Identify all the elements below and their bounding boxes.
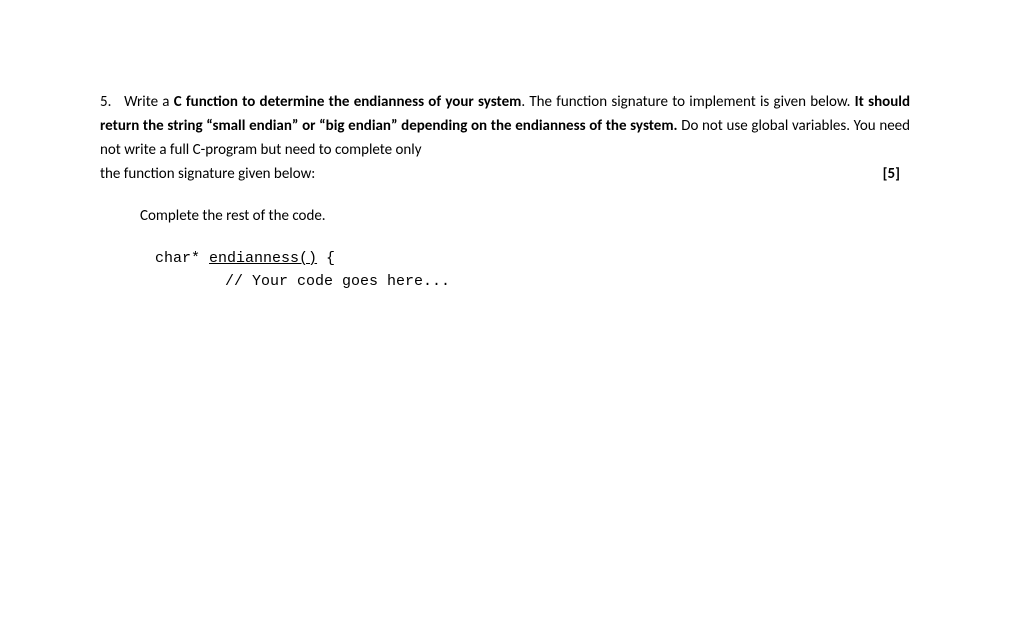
code-line-1: char* endianness() { [155, 248, 910, 271]
code-funcname: endianness() [209, 250, 317, 267]
code-block: char* endianness() { // Your code goes h… [155, 248, 910, 293]
question-text: 5. Write a C function to determine the e… [100, 90, 910, 162]
question-lastline: the function signature given below: [100, 162, 883, 186]
points-line: the function signature given below: [5] [100, 162, 910, 186]
code-line-2: // Your code goes here... [225, 271, 910, 294]
code-prefix: char* [155, 250, 209, 267]
question-block: 5. Write a C function to determine the e… [100, 90, 910, 293]
question-number: 5. [100, 93, 111, 111]
question-points: [5] [883, 162, 910, 186]
question-part2: . The function signature to implement is… [521, 93, 854, 111]
instruction-text: Complete the rest of the code. [140, 204, 910, 228]
question-bold1: C function to determine the endianness o… [174, 93, 522, 111]
code-brace: { [317, 250, 335, 267]
question-part1: Write a [124, 93, 174, 111]
